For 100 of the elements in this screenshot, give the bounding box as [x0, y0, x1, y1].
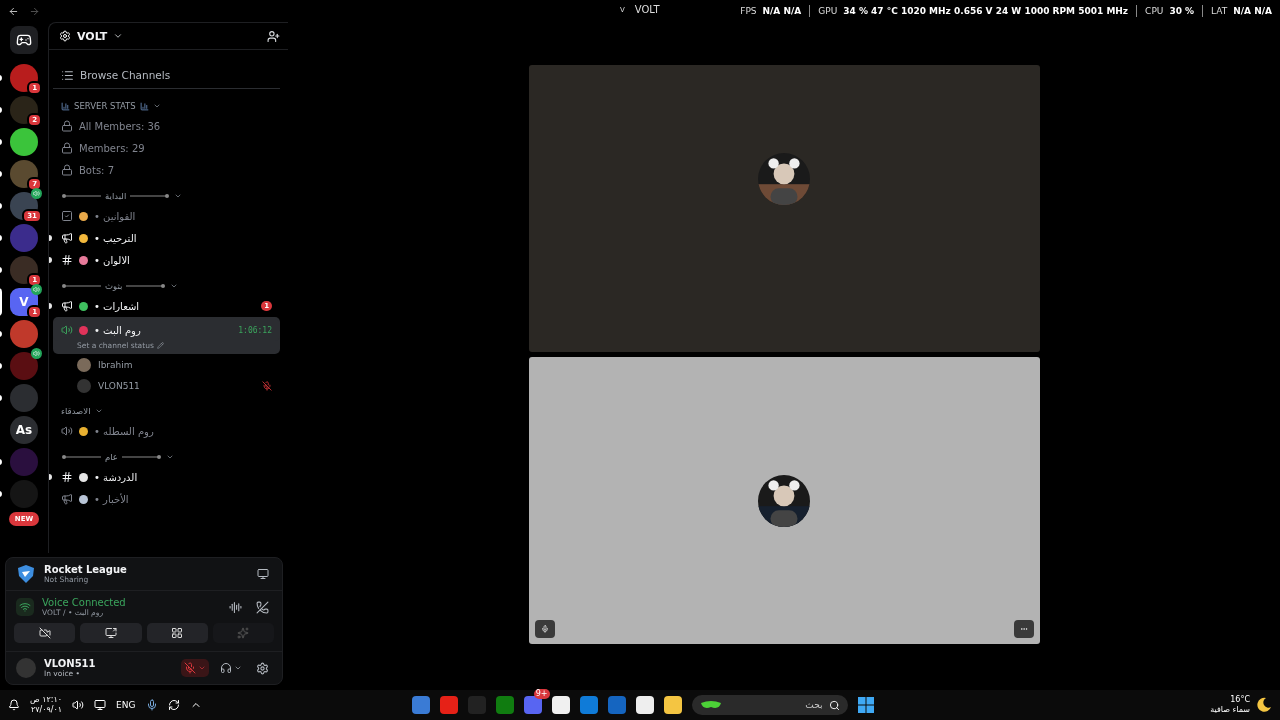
channel-item[interactable]: الالوان •: [53, 249, 280, 271]
connection-button[interactable]: [16, 598, 34, 616]
channel-name: الالوان •: [94, 254, 130, 266]
grid-icon: [171, 627, 184, 639]
stat-value: N/A N/A: [762, 6, 802, 16]
temperature: 16°C: [1230, 695, 1250, 705]
channel-item[interactable]: Bots: 7: [53, 159, 280, 181]
server-name[interactable]: VOLT: [77, 29, 108, 43]
channel-name: القوانين •: [94, 210, 136, 222]
caret-icon: [198, 664, 206, 672]
megaphone-icon: [61, 493, 73, 505]
hash-icon: [61, 471, 73, 483]
line-ornament: [61, 193, 101, 199]
channel-item[interactable]: All Members: 36: [53, 115, 280, 137]
line-ornament: [130, 193, 171, 199]
camera-button[interactable]: [14, 623, 76, 643]
unread-indicator: [49, 235, 52, 241]
line-ornament: [126, 283, 167, 289]
mic-icon: [540, 624, 549, 634]
channel-item[interactable]: الأخبار •: [53, 488, 280, 510]
channel-item[interactable]: Members: 29: [53, 137, 280, 159]
invite-icon[interactable]: [267, 29, 280, 43]
chevron-icon: [165, 453, 174, 461]
lock-icon: [61, 120, 73, 132]
home-button[interactable]: [10, 26, 38, 54]
chevron-icon: [170, 282, 179, 290]
channel-name: روم البث •: [94, 324, 141, 336]
category-header[interactable]: الاصدقاء: [53, 402, 280, 420]
moon-icon: [1256, 697, 1272, 713]
video-tile[interactable]: [528, 65, 1040, 352]
category-header[interactable]: بثوث: [53, 277, 280, 295]
settings-icon: [256, 661, 269, 675]
voice-member[interactable]: VLON511: [53, 375, 280, 396]
headphones-icon: [220, 662, 232, 674]
chart-icon: [139, 101, 149, 111]
channel-item[interactable]: الدردشة •: [53, 466, 280, 488]
notification-icon[interactable]: [8, 699, 20, 711]
window-title: VOLT: [634, 4, 660, 15]
browse-label: Browse Channels: [80, 69, 171, 81]
browse-channels[interactable]: Browse Channels: [53, 62, 280, 89]
category-header[interactable]: عام: [53, 448, 280, 466]
start-icon[interactable]: [857, 697, 874, 713]
stat-label: FPS: [740, 6, 757, 16]
unread-indicator: [49, 303, 52, 309]
call-timer: 1:06:12: [238, 325, 272, 335]
channel-item[interactable]: القوانين •: [53, 205, 280, 227]
category-name: الاصدقاء: [61, 406, 91, 416]
monitor-icon: [257, 568, 269, 580]
category-name: عام: [105, 452, 118, 462]
megaphone-icon: [61, 232, 73, 244]
sound-wave-icon: [229, 600, 242, 614]
megaphone-icon: [61, 300, 73, 312]
channel-name: Bots: 7: [79, 164, 115, 176]
voice-status: Voice Connected: [42, 597, 126, 608]
shield-icon: [16, 564, 36, 584]
volume-icon[interactable]: [72, 699, 85, 711]
channel-name: الدردشة •: [94, 471, 138, 483]
more-button[interactable]: [1013, 620, 1034, 638]
weather-text: سماء صافية: [1210, 705, 1250, 715]
app-icon[interactable]: [663, 696, 682, 714]
back-icon[interactable]: [8, 5, 19, 17]
stat-label: CPU: [1145, 6, 1164, 16]
line-ornament: [61, 454, 101, 460]
channel-name: اشعارات •: [94, 300, 140, 312]
clock[interactable]: ١٢:١٠ ص ٢٧/٠٩/٠١: [30, 695, 63, 715]
category-name: SERVER STATS: [74, 101, 136, 111]
voice-member[interactable]: Ibrahim: [53, 354, 280, 375]
chart-icon: [61, 101, 70, 111]
avatar: [77, 378, 91, 393]
line-ornament: [121, 454, 162, 460]
app-icon[interactable]: [635, 696, 654, 714]
sync-icon[interactable]: [167, 699, 180, 711]
chevron-icon[interactable]: [113, 31, 124, 41]
search-field[interactable]: بحث: [691, 695, 848, 715]
app-icon[interactable]: [551, 696, 570, 714]
search-icon: [828, 699, 840, 711]
stat-value: 34 % 47 °C 1020 MHz 0.656 V 24 W 1000 RPM 5001 MHz: [843, 6, 1129, 16]
screen-share-button[interactable]: [80, 623, 142, 643]
muted-mic-icon: [184, 662, 196, 674]
signal-icon: [19, 601, 31, 613]
channel-name: All Members: 36: [79, 120, 161, 132]
channel-item[interactable]: روم السطله •: [53, 420, 280, 442]
channel-name: الأخبار •: [94, 493, 129, 505]
lock-icon: [61, 164, 73, 176]
screen-share-icon: [104, 627, 117, 639]
microphone-button[interactable]: [181, 659, 209, 677]
mute-toggle-button[interactable]: [534, 620, 555, 638]
video-tile[interactable]: [528, 357, 1040, 644]
mask-icon: [699, 699, 722, 711]
language-indicator[interactable]: ENG: [116, 700, 136, 710]
server-icon[interactable]: As: [10, 416, 38, 444]
unread-indicator: [49, 474, 52, 480]
activities-button[interactable]: [146, 623, 208, 643]
category-header[interactable]: البداية: [53, 187, 280, 205]
member-name: VLON511: [98, 380, 140, 391]
chevron-icon: [174, 192, 183, 200]
category-header[interactable]: SERVER STATS: [53, 97, 280, 115]
sparkles-icon: [237, 627, 250, 639]
microphone-icon[interactable]: [145, 699, 158, 711]
channel-item[interactable]: الترحيب •: [53, 227, 280, 249]
